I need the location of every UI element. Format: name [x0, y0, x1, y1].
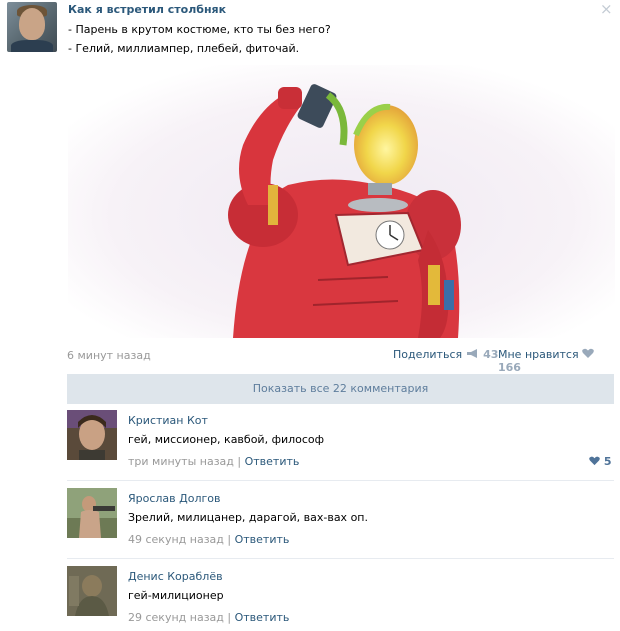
- post-line-2: - Гелий, миллиампер, плебей, фиточай.: [68, 42, 300, 55]
- comment: Ярослав Долгов Зрелий, милицанер, дараго…: [67, 488, 614, 558]
- avatar-image: [67, 566, 117, 616]
- comment-avatar[interactable]: [67, 410, 117, 460]
- post-line-1: - Парень в крутом костюме, кто ты без не…: [68, 23, 331, 36]
- meta-separator: |: [237, 455, 245, 468]
- iron-man-illustration: [68, 65, 615, 338]
- reply-button[interactable]: Ответить: [235, 611, 290, 624]
- comment-avatar[interactable]: [67, 488, 117, 538]
- post-title[interactable]: Как я встретил столбняк: [68, 3, 226, 16]
- comment-time[interactable]: три минуты назад: [128, 455, 234, 468]
- like-label: Мне нравится: [498, 348, 579, 361]
- comment-author[interactable]: Ярослав Долгов: [128, 492, 221, 505]
- like-count: 166: [498, 361, 521, 374]
- comment-time[interactable]: 49 секунд назад: [128, 533, 224, 546]
- megaphone-icon: [466, 349, 477, 358]
- comment-author[interactable]: Денис Кораблёв: [128, 570, 223, 583]
- avatar-face: [19, 8, 45, 40]
- heart-icon: [582, 348, 594, 358]
- meta-separator: |: [227, 533, 235, 546]
- post-time[interactable]: 6 минут назад: [67, 349, 151, 362]
- comment-avatar[interactable]: [67, 566, 117, 616]
- comment-meta: три минуты назад | Ответить: [128, 455, 299, 468]
- comment-divider: [67, 480, 614, 481]
- comment-meta: 49 секунд назад | Ответить: [128, 533, 289, 546]
- post-author-avatar[interactable]: [7, 2, 57, 52]
- comment: Кристиан Кот гей, миссионер, кавбой, фил…: [67, 410, 614, 480]
- post-image[interactable]: [68, 65, 615, 338]
- reply-button[interactable]: Ответить: [245, 455, 300, 468]
- comment-meta: 29 секунд назад | Ответить: [128, 611, 289, 624]
- comment-author[interactable]: Кристиан Кот: [128, 414, 208, 427]
- avatar-image: [67, 488, 117, 538]
- comment-like-count: 5: [603, 455, 612, 468]
- reply-button[interactable]: Ответить: [235, 533, 290, 546]
- show-all-comments-button[interactable]: Показать все 22 комментария: [67, 374, 614, 404]
- comment-text: гей-милиционер: [128, 589, 224, 602]
- share-label: Поделиться: [393, 348, 463, 361]
- avatar-shirt: [11, 40, 53, 52]
- close-icon[interactable]: ×: [600, 0, 613, 18]
- comment-like-button[interactable]: 5: [589, 455, 612, 468]
- share-count: 43: [483, 348, 499, 361]
- share-button[interactable]: Поделиться 43: [393, 348, 498, 361]
- comment: Денис Кораблёв гей-милиционер 29 секунд …: [67, 566, 614, 626]
- comment-text: Зрелий, милицанер, дарагой, вах-вах оп.: [128, 511, 368, 524]
- meta-separator: |: [227, 611, 235, 624]
- like-button[interactable]: Мне нравится 166: [498, 348, 620, 374]
- heart-icon: [589, 456, 600, 466]
- avatar-image: [67, 410, 117, 460]
- comment-divider: [67, 558, 614, 559]
- comment-time[interactable]: 29 секунд назад: [128, 611, 224, 624]
- comment-text: гей, миссионер, кавбой, философ: [128, 433, 325, 446]
